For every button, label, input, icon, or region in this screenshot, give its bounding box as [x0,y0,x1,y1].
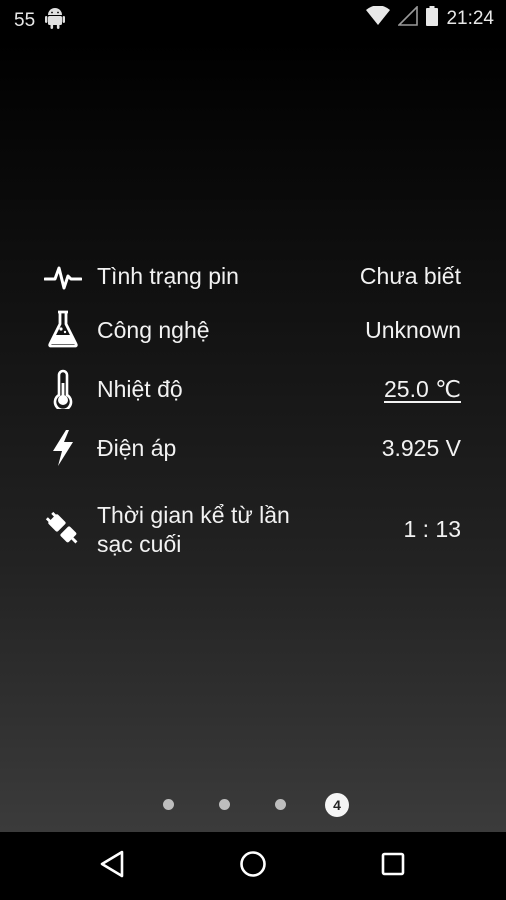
page-dot-3[interactable] [275,799,286,810]
wifi-icon [366,5,391,31]
thermometer-icon [44,369,82,409]
battery-technology-value: Unknown [365,317,461,343]
battery-voltage-label: Điện áp [97,435,177,461]
lightning-icon [44,429,82,467]
page-dot-current[interactable]: 4 [325,793,349,817]
time-since-charge-label-line2: sạc cuối [97,531,182,557]
status-bar: 55 21:24 [0,0,506,36]
flask-icon [44,310,82,348]
battery-icon [426,6,439,31]
back-button[interactable] [92,846,132,886]
battery-health-value: Chưa biết [359,263,461,289]
page-dot-2[interactable] [219,799,230,810]
page-indicator: 4 [0,791,506,819]
home-button[interactable] [233,846,273,886]
notification-count: 55 [14,9,36,31]
android-icon [45,7,66,34]
status-bar-right: 21:24 [366,5,494,31]
battery-voltage-value: 3.925 V [381,435,461,461]
status-bar-left: 55 [14,7,66,34]
time-since-charge-value: 1 : 13 [403,516,461,542]
recents-icon [381,852,405,881]
battery-temperature-label: Nhiệt độ [97,376,183,402]
recents-button[interactable] [373,846,413,886]
clock: 21:24 [446,7,494,29]
back-icon [99,850,125,883]
time-since-charge-label-line1: Thời gian kể từ lần [97,502,290,528]
home-icon [239,850,267,883]
battery-technology-label: Công nghệ [97,317,210,343]
battery-health-label: Tình trạng pin [97,263,239,289]
time-since-charge-label: Thời gian kể từ lần sạc cuối [97,501,290,559]
cell-signal-icon [397,5,419,31]
navigation-bar [0,832,506,900]
plug-icon [44,510,82,548]
battery-temperature-value[interactable]: 25.0 ℃ [384,375,461,404]
heartbeat-icon [44,258,82,296]
page-dot-1[interactable] [163,799,174,810]
